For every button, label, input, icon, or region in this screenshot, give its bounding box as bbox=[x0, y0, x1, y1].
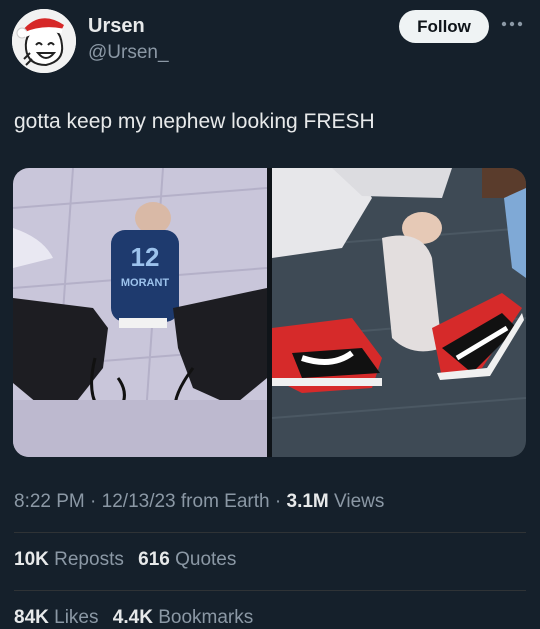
quotes-stat[interactable]: 616 Quotes bbox=[138, 549, 236, 570]
bookmarks-label: Bookmarks bbox=[158, 607, 254, 628]
reposts-stat[interactable]: 10K Reposts bbox=[14, 549, 124, 570]
avatar-cartoon-icon bbox=[12, 9, 76, 73]
meta-separator: · bbox=[274, 491, 282, 512]
photo-baby-boots[interactable]: 12 MORANT bbox=[13, 168, 267, 457]
divider bbox=[14, 590, 526, 591]
tweet-time[interactable]: 8:22 PM bbox=[14, 491, 85, 512]
reposts-label: Reposts bbox=[54, 549, 124, 570]
tweet-date[interactable]: 12/13/23 bbox=[102, 491, 176, 512]
avatar[interactable] bbox=[12, 9, 76, 73]
tweet-media[interactable]: 12 MORANT bbox=[13, 168, 526, 457]
jersey-number: 12 bbox=[131, 242, 160, 272]
follow-button[interactable]: Follow bbox=[399, 10, 489, 43]
jersey-name: MORANT bbox=[121, 277, 170, 289]
quotes-label: Quotes bbox=[175, 549, 237, 570]
reposts-count: 10K bbox=[14, 549, 49, 570]
user-handle[interactable]: @Ursen_ bbox=[88, 42, 169, 64]
views-label: Views bbox=[334, 491, 385, 512]
tweet-meta: 8:22 PM · 12/13/23 from Earth · 3.1M Vie… bbox=[14, 491, 384, 513]
bookmarks-stat[interactable]: 4.4K Bookmarks bbox=[113, 607, 253, 628]
likes-stat[interactable]: 84K Likes bbox=[14, 607, 99, 628]
tweet-text: gotta keep my nephew looking FRESH bbox=[14, 110, 375, 133]
quotes-count: 616 bbox=[138, 549, 170, 570]
more-options-icon[interactable] bbox=[499, 14, 525, 34]
engagement-stats: 10K Reposts 616 Quotes bbox=[14, 549, 245, 571]
photo-baby-sneakers[interactable] bbox=[272, 168, 526, 457]
meta-separator: · bbox=[90, 491, 97, 512]
tweet-source: from Earth bbox=[180, 491, 270, 512]
views-count: 3.1M bbox=[286, 491, 329, 512]
likes-label: Likes bbox=[54, 607, 99, 628]
bookmarks-count: 4.4K bbox=[112, 607, 153, 628]
display-name[interactable]: Ursen bbox=[88, 15, 145, 38]
divider bbox=[14, 532, 526, 533]
tweet-header: Ursen @Ursen_ Follow bbox=[0, 0, 540, 80]
engagement-stats-2: 84K Likes 4.4K Bookmarks bbox=[14, 607, 262, 629]
likes-count: 84K bbox=[14, 607, 49, 628]
